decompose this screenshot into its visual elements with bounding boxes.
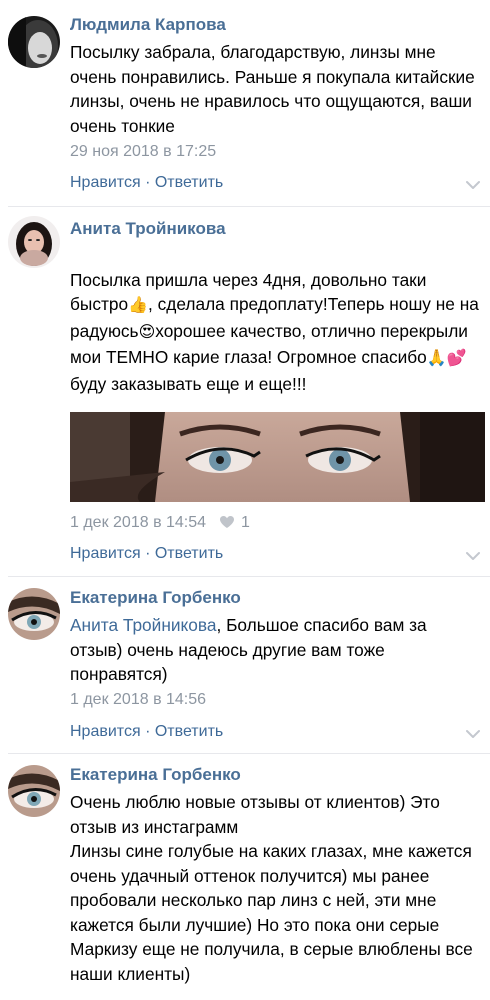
avatar[interactable]	[8, 765, 60, 817]
comment-date[interactable]: 1 дек 2018 в 14:56	[70, 690, 206, 710]
reply-link[interactable]: Ответить	[155, 545, 223, 562]
attached-photo[interactable]	[70, 412, 485, 502]
comment-date[interactable]: 29 ноя 2018 в 17:25	[70, 142, 216, 162]
heart-eyes-icon: 😍	[138, 323, 156, 341]
comment-text: Анита Тройникова, Большое спасибо вам за…	[70, 613, 482, 687]
comment-actions: Нравится · Ответить	[70, 173, 223, 193]
comment-meta: 1 дек 2018 в 14:54 1	[70, 513, 250, 533]
comment-actions: Нравится · Ответить	[70, 722, 223, 742]
comment-1: Людмила Карпова Посылку забрала, благода…	[0, 0, 490, 207]
reply-link[interactable]: Ответить	[155, 723, 223, 740]
avatar[interactable]	[8, 216, 60, 268]
reply-link[interactable]: Ответить	[155, 174, 223, 191]
thumbs-up-icon: 👍	[128, 297, 149, 314]
avatar[interactable]	[8, 588, 60, 640]
pray-hearts-icon: 🙏💕	[426, 350, 467, 367]
comment-author[interactable]: Екатерина Горбенко	[70, 765, 241, 785]
comment-4: Екатерина Горбенко Очень люблю новые отз…	[0, 754, 490, 1000]
like-link[interactable]: Нравится	[70, 174, 141, 191]
like-count: 1	[240, 514, 250, 531]
comment-date[interactable]: 1 дек 2018 в 14:54	[70, 514, 206, 531]
avatar-photo-icon	[8, 216, 60, 268]
heart-icon[interactable]	[219, 515, 235, 529]
chevron-down-icon[interactable]	[466, 551, 480, 561]
like-link[interactable]: Нравится	[70, 723, 141, 740]
chevron-down-icon[interactable]	[466, 729, 480, 739]
avatar[interactable]	[8, 16, 60, 68]
reply-mention-link[interactable]: Анита Тройникова	[70, 615, 216, 635]
action-separator: ·	[145, 174, 151, 191]
action-separator: ·	[145, 545, 151, 562]
chevron-down-icon[interactable]	[466, 180, 480, 190]
comment-text: Очень люблю новые отзывы от клиентов) Эт…	[70, 792, 473, 984]
comment-text: Посылку забрала, благодарствую, линзы мн…	[70, 42, 475, 136]
comment-3: Екатерина Горбенко Анита Тройникова, Бол…	[0, 577, 490, 754]
comment-actions: Нравится · Ответить	[70, 544, 223, 564]
avatar-photo-icon	[8, 16, 60, 68]
text-fragment: буду заказывать еще и еще!!!	[70, 373, 307, 394]
avatar-photo-icon	[8, 588, 60, 640]
comment-author[interactable]: Екатерина Горбенко	[70, 588, 241, 608]
comment-author[interactable]: Анита Тройникова	[70, 219, 226, 239]
comment-author[interactable]: Людмила Карпова	[70, 15, 226, 35]
like-link[interactable]: Нравится	[70, 545, 141, 562]
comment-text: Посылка пришла через 4дня, довольно таки…	[70, 243, 482, 396]
action-separator: ·	[145, 723, 151, 740]
comment-2: Анита Тройникова Посылка пришла через 4д…	[0, 207, 490, 577]
avatar-photo-icon	[8, 765, 60, 817]
eyes-photo-icon	[70, 412, 485, 502]
